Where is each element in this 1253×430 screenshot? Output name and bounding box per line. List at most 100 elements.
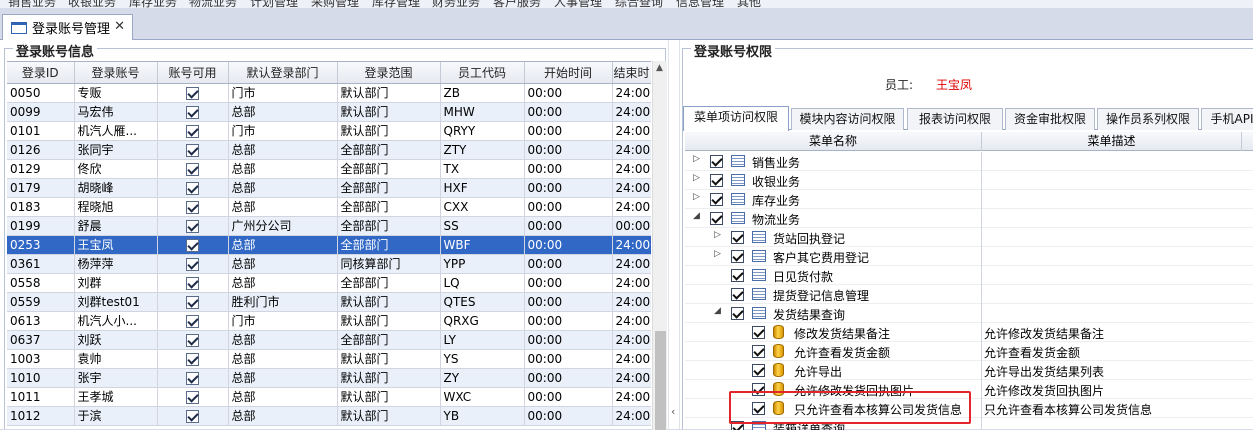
account-enabled-cell[interactable] bbox=[157, 178, 229, 198]
table-cell[interactable]: 总部 bbox=[228, 235, 338, 255]
table-cell[interactable]: 总部 bbox=[228, 406, 338, 426]
collapse-icon[interactable]: ◢ bbox=[693, 211, 700, 221]
table-cell[interactable]: 胜利门市 bbox=[228, 292, 338, 312]
table-cell[interactable]: 0559 bbox=[7, 292, 75, 312]
table-row[interactable]: 0179 胡晓峰 总部 全部部门 HXF 00:00 24:00 bbox=[7, 178, 651, 198]
table-cell[interactable]: 全部部门 bbox=[337, 197, 441, 217]
table-cell[interactable]: 24:00 bbox=[612, 235, 651, 255]
table-cell[interactable]: 0183 bbox=[7, 197, 75, 217]
table-cell[interactable]: 全部部门 bbox=[337, 273, 441, 293]
grid-vertical-scrollbar[interactable]: ▲ bbox=[652, 61, 667, 430]
tree-row[interactable]: 修改发货结果备注 允许修改发货结果备注 bbox=[685, 323, 1253, 342]
checkbox-checked-icon[interactable] bbox=[710, 193, 723, 206]
table-cell[interactable]: 0637 bbox=[7, 330, 75, 350]
table-cell[interactable]: 0099 bbox=[7, 102, 75, 122]
menu-item[interactable]: 库存业务 bbox=[129, 0, 177, 8]
tree-row[interactable]: ◢ 物流业务 bbox=[685, 209, 1253, 228]
table-cell[interactable]: 默认部门 bbox=[337, 83, 441, 103]
account-enabled-cell[interactable] bbox=[157, 292, 229, 312]
table-row[interactable]: 0050 专贩 门市 默认部门 ZB 00:00 24:00 bbox=[7, 83, 651, 103]
table-cell[interactable]: MHW bbox=[440, 102, 525, 122]
table-cell[interactable]: 24:00 bbox=[612, 178, 651, 198]
table-cell[interactable]: 门市 bbox=[228, 121, 338, 141]
table-row[interactable]: 0199 舒晨 广州分公司 全部部门 SS 00:00 00:00 bbox=[7, 216, 651, 236]
menu-item[interactable]: 采购管理 bbox=[311, 0, 359, 8]
column-header[interactable]: 登录ID bbox=[7, 62, 75, 84]
table-cell[interactable]: 机汽人雁... bbox=[74, 121, 158, 141]
table-cell[interactable]: 于滨 bbox=[74, 406, 158, 426]
table-cell[interactable]: QRXG bbox=[440, 311, 525, 331]
expand-icon[interactable]: ▷ bbox=[714, 230, 721, 240]
table-cell[interactable]: 总部 bbox=[228, 387, 338, 407]
tree-row[interactable]: ◢ 发货结果查询 bbox=[685, 304, 1253, 323]
table-row[interactable]: 0253 王宝凤 总部 全部部门 WBF 00:00 24:00 bbox=[7, 235, 651, 255]
table-cell[interactable]: 24:00 bbox=[612, 311, 651, 331]
table-row[interactable]: 1011 王孝城 总部 默认部门 WXC 00:00 24:00 bbox=[7, 387, 651, 407]
table-row[interactable]: 0099 马宏伟 总部 默认部门 MHW 00:00 24:00 bbox=[7, 102, 651, 122]
checkbox-checked-icon[interactable] bbox=[186, 238, 199, 252]
table-cell[interactable]: YPP bbox=[440, 254, 525, 274]
checkbox-checked-icon[interactable] bbox=[186, 333, 199, 347]
table-cell[interactable]: 24:00 bbox=[612, 368, 651, 388]
table-cell[interactable]: 默认部门 bbox=[337, 292, 441, 312]
tree-row[interactable]: ▷ 库存业务 bbox=[685, 190, 1253, 209]
table-cell[interactable]: 总部 bbox=[228, 197, 338, 217]
checkbox-checked-icon[interactable] bbox=[186, 86, 199, 100]
table-cell[interactable]: 00:00 bbox=[524, 178, 613, 198]
table-cell[interactable]: 同核算部门 bbox=[337, 254, 441, 274]
table-cell[interactable]: 总部 bbox=[228, 368, 338, 388]
table-cell[interactable]: 00:00 bbox=[524, 102, 613, 122]
table-cell[interactable]: 00:00 bbox=[524, 159, 613, 179]
table-cell[interactable]: 00:00 bbox=[524, 292, 613, 312]
checkbox-checked-icon[interactable] bbox=[710, 155, 723, 168]
table-cell[interactable]: 00:00 bbox=[524, 83, 613, 103]
table-cell[interactable]: 袁帅 bbox=[74, 349, 158, 369]
checkbox-checked-icon[interactable] bbox=[731, 269, 744, 282]
table-cell[interactable]: 王宝凤 bbox=[74, 235, 158, 255]
checkbox-checked-icon[interactable] bbox=[186, 162, 199, 176]
table-cell[interactable]: 总部 bbox=[228, 330, 338, 350]
table-cell[interactable]: 24:00 bbox=[612, 349, 651, 369]
menu-item[interactable]: 销售业务 bbox=[8, 0, 56, 8]
table-cell[interactable]: 00:00 bbox=[524, 140, 613, 160]
checkbox-checked-icon[interactable] bbox=[186, 181, 199, 195]
close-icon[interactable]: ✕ bbox=[114, 19, 125, 34]
column-header[interactable]: 登录账号 bbox=[74, 62, 158, 84]
table-cell[interactable]: 00:00 bbox=[524, 387, 613, 407]
table-cell[interactable]: 24:00 bbox=[612, 197, 651, 217]
menu-item[interactable]: 物流业务 bbox=[189, 0, 237, 8]
account-enabled-cell[interactable] bbox=[157, 83, 229, 103]
table-cell[interactable]: 总部 bbox=[228, 159, 338, 179]
tree-row[interactable]: ▷ 销售业务 bbox=[685, 152, 1253, 171]
scroll-up-icon[interactable]: ▲ bbox=[656, 63, 663, 73]
table-cell[interactable]: ZB bbox=[440, 83, 525, 103]
table-cell[interactable]: 全部部门 bbox=[337, 140, 441, 160]
table-cell[interactable]: 胡晓峰 bbox=[74, 178, 158, 198]
table-cell[interactable]: 全部部门 bbox=[337, 235, 441, 255]
table-row[interactable]: 1003 袁帅 总部 默认部门 YS 00:00 24:00 bbox=[7, 349, 651, 369]
checkbox-checked-icon[interactable] bbox=[752, 326, 765, 339]
panel-splitter[interactable]: ‹ bbox=[668, 40, 680, 429]
table-cell[interactable]: 1012 bbox=[7, 406, 75, 426]
menu-item[interactable]: 人事管理 bbox=[554, 0, 602, 8]
table-cell[interactable]: 1010 bbox=[7, 368, 75, 388]
table-cell[interactable]: HXF bbox=[440, 178, 525, 198]
menu-item[interactable]: 信息管理 bbox=[676, 0, 724, 8]
table-cell[interactable]: 0361 bbox=[7, 254, 75, 274]
table-cell[interactable]: 0179 bbox=[7, 178, 75, 198]
tree-row[interactable]: 允许导出 允许导出发货结果列表 bbox=[685, 361, 1253, 380]
table-cell[interactable]: 0558 bbox=[7, 273, 75, 293]
column-header[interactable]: 开始时间 bbox=[524, 62, 613, 84]
column-header[interactable]: 结束时 bbox=[612, 62, 651, 84]
tree-row[interactable]: 日见货付款 bbox=[685, 266, 1253, 285]
table-cell[interactable]: 默认部门 bbox=[337, 406, 441, 426]
table-cell[interactable]: 总部 bbox=[228, 140, 338, 160]
table-cell[interactable]: 00:00 bbox=[524, 273, 613, 293]
column-header[interactable]: 登录范围 bbox=[337, 62, 441, 84]
account-enabled-cell[interactable] bbox=[157, 273, 229, 293]
table-cell[interactable]: ZTY bbox=[440, 140, 525, 160]
checkbox-checked-icon[interactable] bbox=[710, 212, 723, 225]
table-cell[interactable]: WBF bbox=[440, 235, 525, 255]
table-cell[interactable]: 24:00 bbox=[612, 330, 651, 350]
table-cell[interactable]: QRYY bbox=[440, 121, 525, 141]
